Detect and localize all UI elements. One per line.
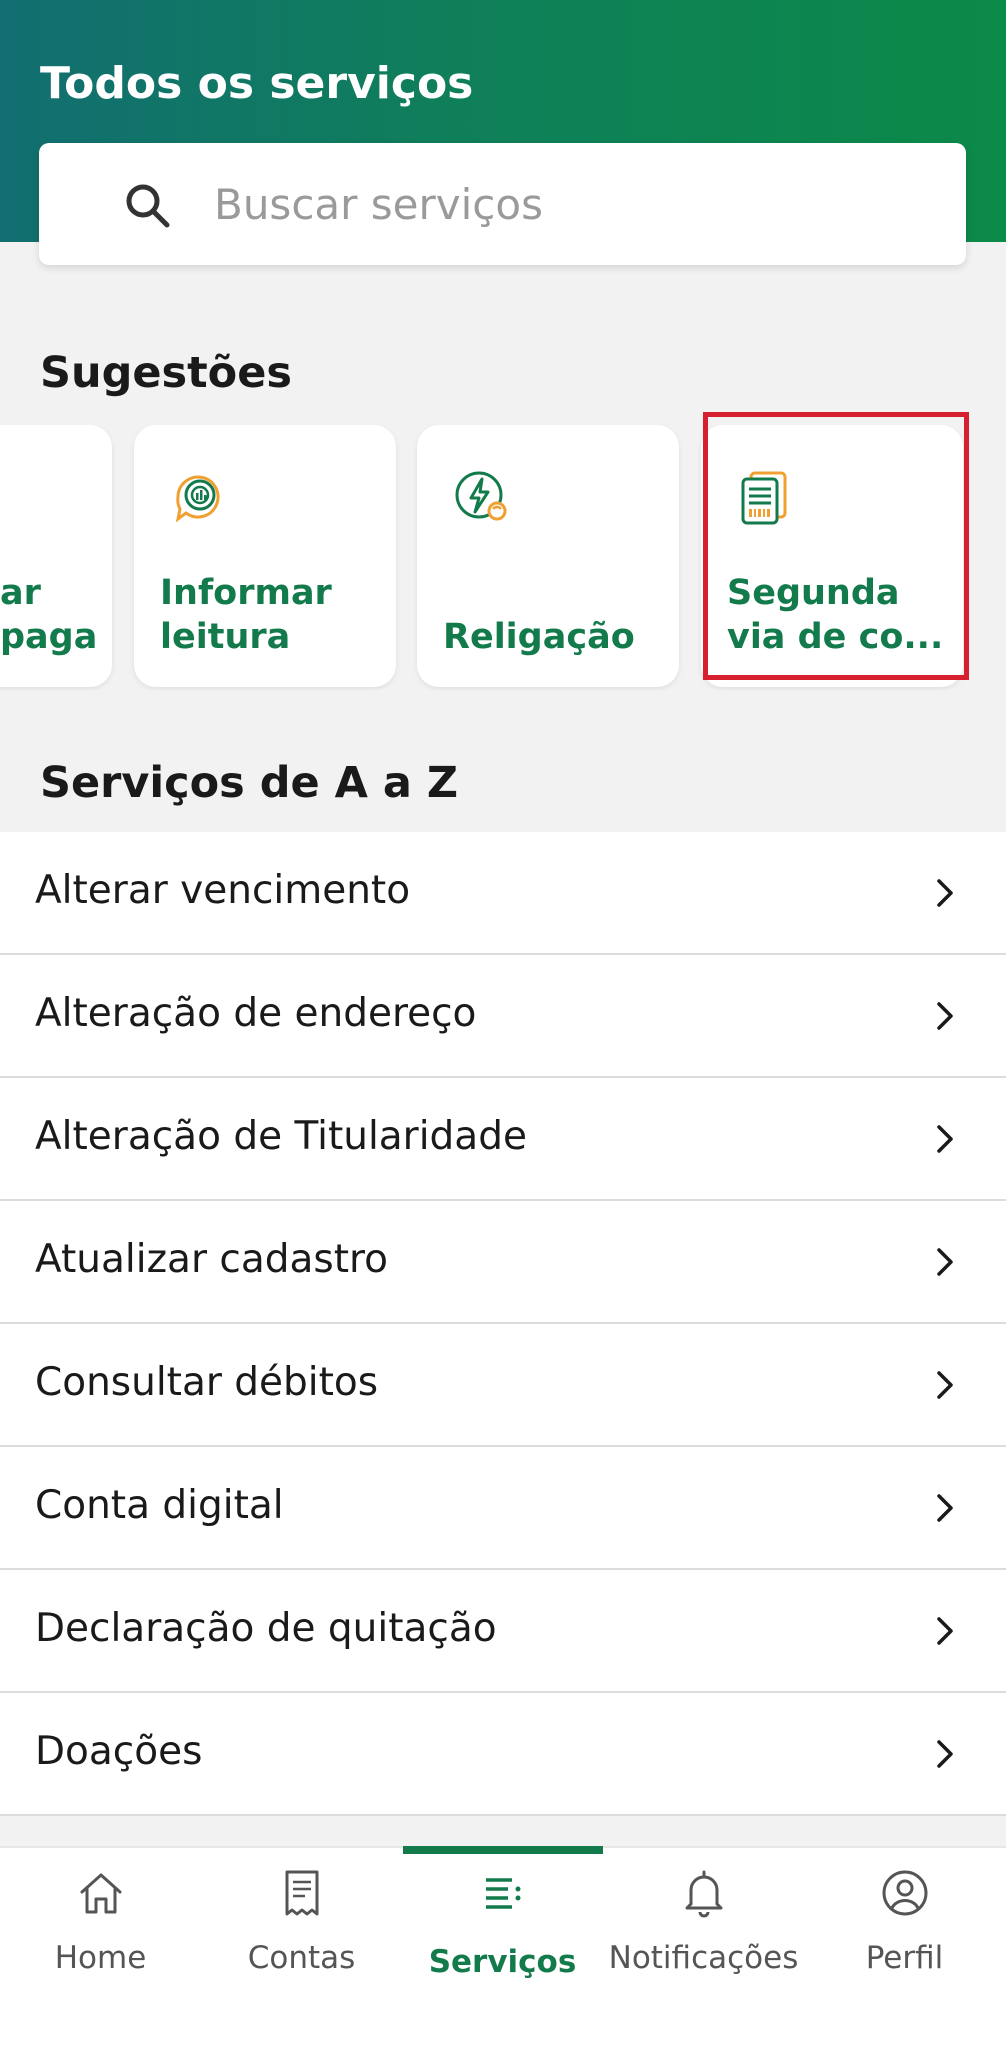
nav-item-servicos[interactable]: Serviços — [402, 1848, 603, 2048]
nav-item-contas[interactable]: Contas — [201, 1848, 402, 2048]
list-item-atualizar-cadastro[interactable]: Atualizar cadastro — [0, 1201, 1006, 1324]
list-item-consultar-debitos[interactable]: Consultar débitos — [0, 1324, 1006, 1447]
list-item-alteracao-titularidade[interactable]: Alteração de Titularidade — [0, 1078, 1006, 1201]
list-item-label: Conta digital — [35, 1483, 284, 1528]
list-item-alteracao-endereco[interactable]: Alteração de endereço — [0, 955, 1006, 1078]
nav-label: Home — [54, 1940, 147, 1976]
nav-label: Contas — [247, 1940, 356, 1976]
list-item-label: Atualizar cadastro — [35, 1237, 389, 1282]
active-tab-indicator — [403, 1846, 603, 1854]
list-item-label: Alterar vencimento — [35, 868, 411, 913]
list-item-conta-digital[interactable]: Conta digital — [0, 1447, 1006, 1570]
chevron-right-icon — [937, 1002, 953, 1030]
bell-icon — [685, 1870, 723, 1918]
list-item-label: Alteração de Titularidade — [35, 1114, 527, 1159]
search-box[interactable] — [39, 143, 966, 265]
nav-item-perfil[interactable]: Perfil — [804, 1848, 1005, 2048]
az-title: Serviços de A a Z — [40, 758, 459, 808]
nav-label: Notificações — [608, 1940, 799, 1976]
meter-reading-icon — [175, 475, 220, 523]
receipt-icon — [285, 1870, 319, 1916]
list-item-label: Doações — [35, 1729, 203, 1774]
suggestion-card-label: Religação — [443, 617, 635, 657]
list-item-label: Declaração de quitação — [35, 1606, 497, 1651]
chevron-right-icon — [937, 1125, 953, 1153]
page-title: Todos os serviços — [40, 58, 474, 109]
nav-label: Serviços — [428, 1944, 577, 1980]
suggestions-title: Sugestões — [40, 348, 292, 398]
suggestion-card-label: ar paga — [0, 573, 98, 657]
list-item-label: Consultar débitos — [35, 1360, 379, 1405]
suggestion-card-religacao[interactable]: Religação — [417, 425, 679, 687]
home-icon — [80, 1873, 122, 1914]
list-item-declaracao-quitacao[interactable]: Declaração de quitação — [0, 1570, 1006, 1693]
chevron-right-icon — [937, 1740, 953, 1768]
suggestion-card-payment[interactable]: ar paga — [0, 425, 112, 687]
services-list: Alterar vencimento Alteração de endereço… — [0, 832, 1006, 1816]
profile-icon — [882, 1870, 928, 1916]
power-reconnect-icon — [455, 471, 507, 521]
chevron-right-icon — [937, 1494, 953, 1522]
highlight-box — [703, 412, 969, 680]
list-item-alterar-vencimento[interactable]: Alterar vencimento — [0, 832, 1006, 955]
suggestion-card-informar-leitura[interactable]: Informar leitura — [134, 425, 396, 687]
chevron-right-icon — [937, 1617, 953, 1645]
chevron-right-icon — [937, 1248, 953, 1276]
search-input[interactable] — [214, 169, 914, 239]
bottom-nav: Home Contas Serviços Notificações Perfil — [0, 1846, 1006, 2048]
suggestion-card-label: Informar leitura — [160, 573, 332, 657]
list-item-doacoes[interactable]: Doações — [0, 1693, 1006, 1816]
chevron-right-icon — [937, 879, 953, 907]
nav-item-home[interactable]: Home — [0, 1848, 201, 2048]
services-list-icon — [486, 1878, 521, 1909]
list-item-label: Alteração de endereço — [35, 991, 477, 1036]
search-icon — [126, 184, 170, 228]
nav-label: Perfil — [865, 1940, 944, 1976]
chevron-right-icon — [937, 1371, 953, 1399]
nav-item-notificacoes[interactable]: Notificações — [603, 1848, 804, 2048]
